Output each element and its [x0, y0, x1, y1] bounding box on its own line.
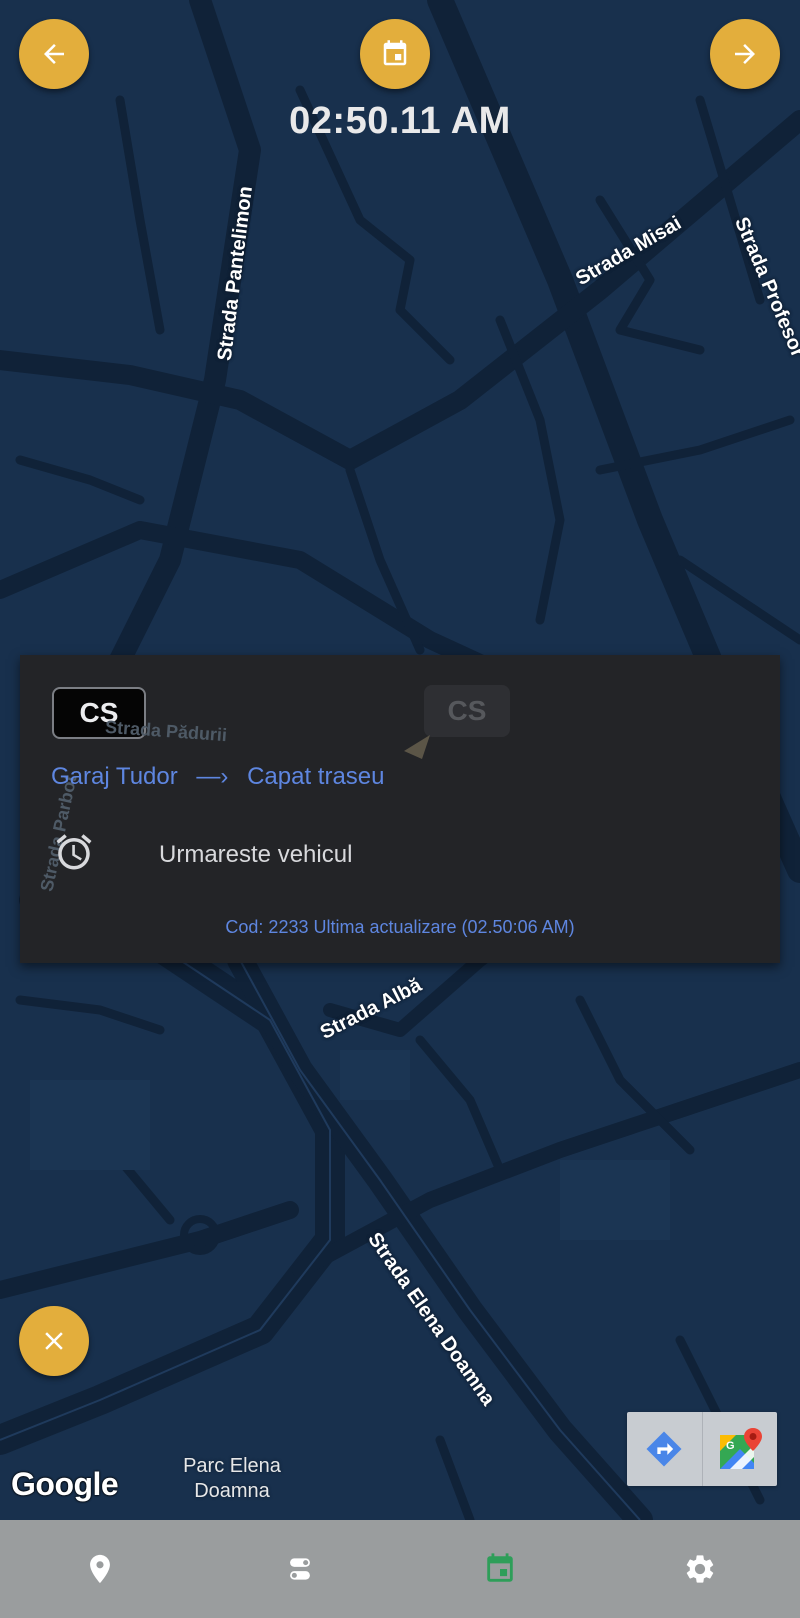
route-info: Garaj Tudor —› Capat traseu	[51, 763, 385, 791]
directions-icon	[646, 1431, 682, 1467]
follow-vehicle-button[interactable]: Urmareste vehicul	[159, 841, 352, 869]
directions-button[interactable]	[627, 1412, 702, 1486]
calendar-icon	[383, 40, 407, 66]
route-arrow-icon: —›	[196, 763, 229, 790]
nav-map[interactable]	[0, 1520, 200, 1618]
next-day-button[interactable]	[710, 19, 780, 89]
open-google-maps-button[interactable]: G	[701, 1412, 778, 1486]
close-icon	[45, 1332, 63, 1350]
vehicle-direction-arrow-icon	[404, 735, 430, 759]
settings-gear-icon	[686, 1555, 714, 1583]
nav-calendar[interactable]	[400, 1520, 600, 1618]
svg-text:G: G	[726, 1440, 735, 1452]
vehicle-map-marker[interactable]: CS	[424, 685, 510, 737]
calendar-button[interactable]	[360, 19, 430, 89]
nav-settings[interactable]	[600, 1520, 800, 1618]
previous-day-button[interactable]	[19, 19, 89, 89]
calendar-icon	[487, 1553, 513, 1582]
route-from: Garaj Tudor	[51, 763, 178, 790]
street-label: Strada Pădurii	[104, 716, 228, 746]
google-maps-icon: G	[719, 1428, 762, 1469]
vehicle-code-status: Cod: 2233 Ultima actualizare (02.50:06 A…	[225, 917, 575, 937]
location-pin-icon	[90, 1554, 110, 1584]
current-time: 02:50.11 AM	[289, 100, 511, 142]
map-toolbar: G	[627, 1412, 777, 1486]
alarm-clock-icon[interactable]	[53, 831, 95, 873]
arrow-left-icon	[44, 44, 64, 64]
route-icon	[290, 1558, 310, 1580]
arrow-right-icon	[735, 44, 755, 64]
bottom-navigation	[0, 1520, 800, 1618]
park-label: Parc Elena Doamna	[183, 1455, 281, 1502]
close-button[interactable]	[19, 1306, 89, 1376]
route-to: Capat traseu	[247, 763, 385, 790]
google-attribution: Google	[11, 1466, 119, 1502]
vehicle-info-panel: CS Strada Pădurii Strada Parbot CS Garaj…	[20, 655, 780, 963]
nav-routes[interactable]	[200, 1520, 400, 1618]
